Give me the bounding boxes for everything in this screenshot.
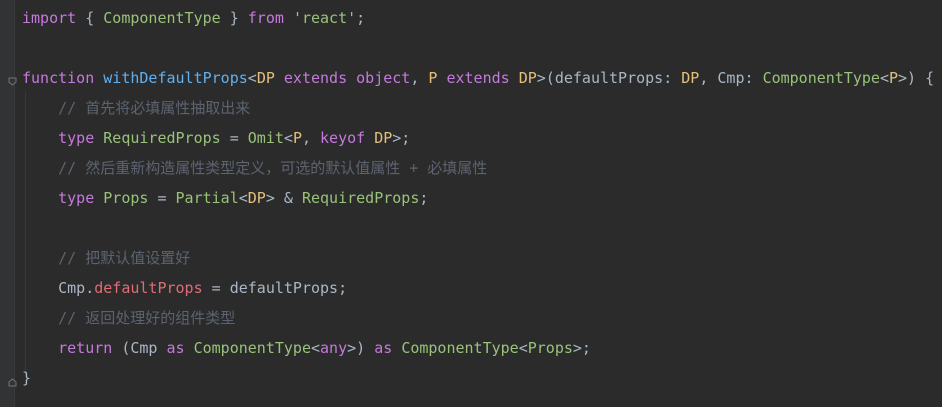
code-token: <: [518, 339, 528, 357]
code-token: DP: [374, 129, 393, 147]
code-token: keyof: [320, 129, 366, 147]
code-line[interactable]: function withDefaultProps<DP extends obj…: [22, 68, 934, 88]
code-token: =: [220, 129, 248, 147]
code-token: <: [247, 69, 257, 87]
code-token: Omit: [247, 129, 284, 147]
code-token: Partial: [175, 189, 239, 207]
code-token: >(defaultProps:: [536, 69, 682, 87]
code-token: ;: [356, 9, 366, 27]
code-token: Cmp.: [22, 279, 95, 297]
code-token: // 返回处理好的组件类型: [58, 309, 236, 327]
code-token: =: [148, 189, 176, 207]
code-token: // 把默认值设置好: [58, 249, 191, 267]
code-token: > &: [265, 189, 302, 207]
code-token: ,: [301, 129, 321, 147]
fold-close-icon[interactable]: [8, 373, 17, 387]
code-token: Props: [527, 339, 573, 357]
code-token: }: [220, 9, 248, 27]
code-token: P: [292, 129, 302, 147]
code-token: (Cmp: [112, 339, 167, 357]
code-token: {: [76, 9, 104, 27]
code-token: defaultProps: [94, 279, 203, 297]
code-token: >;: [392, 129, 411, 147]
code-token: from: [247, 9, 284, 27]
code-token: return: [58, 339, 113, 357]
code-token: RequiredProps: [301, 189, 420, 207]
code-token: ;: [419, 189, 429, 207]
code-line[interactable]: }: [22, 368, 31, 388]
code-token: >;: [572, 339, 591, 357]
code-token: ComponentType: [762, 69, 880, 87]
code-token: extends: [446, 69, 510, 87]
code-token: function: [22, 69, 95, 87]
code-token: extends: [283, 69, 348, 87]
code-token: ComponentType: [401, 339, 519, 357]
code-token: ,: [410, 69, 429, 87]
code-token: as: [166, 339, 185, 357]
code-line[interactable]: return (Cmp as ComponentType<any>) as Co…: [22, 338, 591, 358]
code-editor[interactable]: import { ComponentType } from 'react'; fu…: [0, 0, 942, 407]
code-token: import: [22, 9, 77, 27]
code-token: // 然后重新构造属性类型定义，可选的默认值属性 + 必填属性: [58, 159, 488, 177]
code-token: ComponentType: [103, 9, 221, 27]
code-token: DP: [681, 69, 700, 87]
code-line[interactable]: // 返回处理好的组件类型: [22, 308, 235, 328]
code-line[interactable]: // 然后重新构造属性类型定义，可选的默认值属性 + 必填属性: [22, 158, 487, 178]
code-token: type: [58, 129, 95, 147]
code-token: Props: [103, 189, 149, 207]
code-token: >): [347, 339, 375, 357]
code-token: ComponentType: [193, 339, 311, 357]
code-line[interactable]: // 首先将必填属性抽取出来: [22, 98, 250, 118]
code-token: withDefaultProps: [103, 69, 248, 87]
code-token: <: [311, 339, 321, 357]
code-line[interactable]: // 把默认值设置好: [22, 248, 190, 268]
code-token: DP: [518, 69, 537, 87]
gutter: [0, 0, 15, 407]
code-line[interactable]: Cmp.defaultProps = defaultProps;: [22, 278, 347, 298]
code-token: <: [238, 189, 248, 207]
code-token: RequiredProps: [103, 129, 221, 147]
code-line[interactable]: import { ComponentType } from 'react';: [22, 8, 365, 28]
code-token: P: [889, 69, 899, 87]
code-line[interactable]: type Props = Partial<DP> & RequiredProps…: [22, 188, 428, 208]
fold-open-icon[interactable]: [8, 72, 17, 86]
code-token: DP: [256, 69, 275, 87]
code-token: , Cmp:: [699, 69, 763, 87]
code-token: <: [283, 129, 293, 147]
code-line[interactable]: type RequiredProps = Omit<P, keyof DP>;: [22, 128, 410, 148]
code-token: = defaultProps;: [202, 279, 348, 297]
code-token: object: [356, 69, 411, 87]
code-token: // 首先将必填属性抽取出来: [58, 99, 251, 117]
code-token: any: [320, 339, 348, 357]
code-token: DP: [247, 189, 266, 207]
code-token: as: [374, 339, 393, 357]
code-token: }: [22, 369, 32, 387]
code-token: <: [879, 69, 889, 87]
code-token: type: [58, 189, 95, 207]
code-token: >) {: [898, 69, 935, 87]
code-token: 'react': [292, 9, 357, 27]
